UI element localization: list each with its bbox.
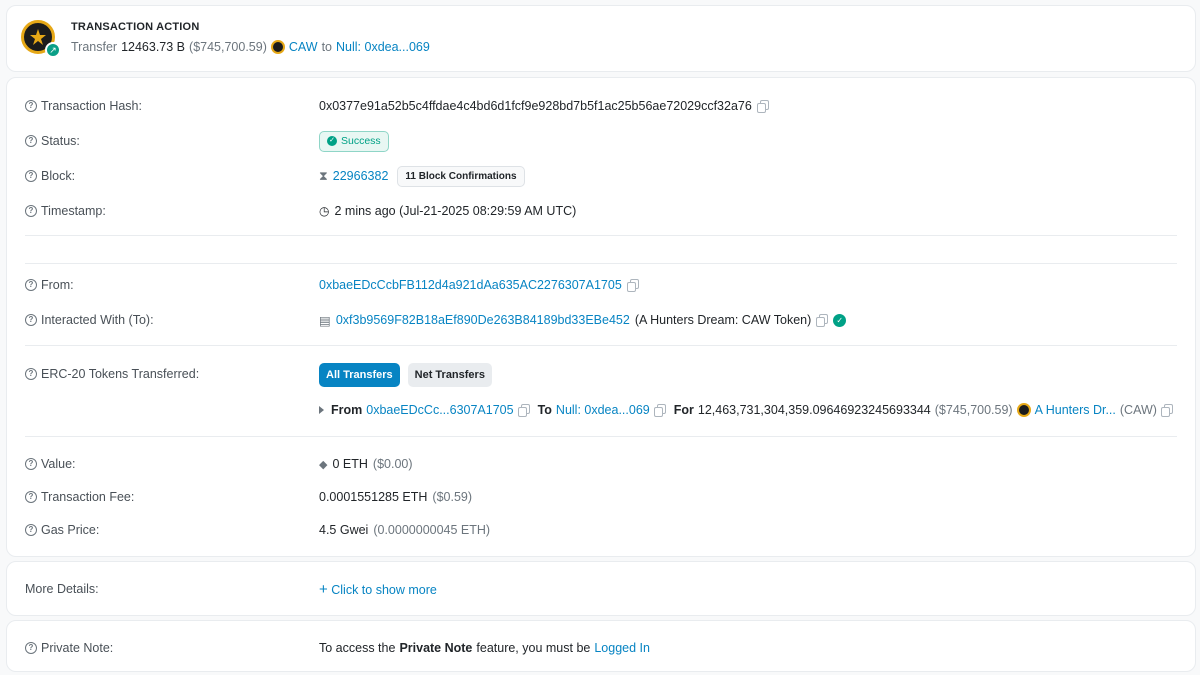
hash-label: Transaction Hash:: [41, 99, 142, 113]
tab-all-transfers[interactable]: All Transfers: [319, 363, 400, 387]
help-icon[interactable]: ?: [25, 279, 37, 291]
show-more-link[interactable]: + Click to show more: [319, 581, 437, 598]
action-summary: Transfer 12463.73 B ($745,700.59) CAW to…: [71, 40, 430, 54]
hourglass-icon: ⧗: [319, 168, 328, 183]
help-icon[interactable]: ?: [25, 642, 37, 654]
help-icon[interactable]: ?: [25, 135, 37, 147]
divider: [25, 345, 1177, 346]
action-recipient-link[interactable]: Null: 0xdea...069: [336, 40, 430, 54]
timestamp-label: Timestamp:: [41, 204, 106, 218]
block-number-link[interactable]: 22966382: [333, 169, 389, 183]
help-icon[interactable]: ?: [25, 170, 37, 182]
erc20-from-link[interactable]: 0xbaeEDcCc...6307A1705: [366, 403, 513, 417]
row-status: ? Status: ✓ Success: [25, 130, 1177, 152]
to-address-link[interactable]: 0xf3b9569F82B18aEf890De263B84189bd33EBe4…: [336, 313, 630, 327]
contract-file-icon: ▤: [319, 313, 331, 328]
from-address-link[interactable]: 0xbaeEDcCcbFB112d4a921dAa635AC2276307A17…: [319, 278, 622, 292]
note-text-middle: feature, you must be: [476, 641, 591, 655]
copy-icon[interactable]: [756, 100, 769, 113]
note-text-bold: Private Note: [399, 641, 473, 655]
to-label: Interacted With (To):: [41, 313, 154, 327]
erc20-amount: 12,463,731,304,359.09646923245693344: [697, 403, 931, 417]
tab-net-transfers[interactable]: Net Transfers: [407, 363, 492, 387]
action-to-word: to: [321, 40, 333, 54]
plus-icon: +: [319, 580, 328, 598]
erc20-from-word: From: [331, 403, 363, 417]
erc20-for-word: For: [673, 403, 694, 417]
caw-coin-icon: [270, 40, 285, 54]
help-icon[interactable]: ?: [25, 368, 37, 380]
fee-label: Transaction Fee:: [41, 490, 135, 504]
transaction-hash-value: 0x0377e91a52b5c4ffdae4c4bd6d1fcf9e928bd7…: [319, 99, 752, 113]
row-transaction-fee: ? Transaction Fee: 0.0001551285 ETH ($0.5…: [25, 486, 1177, 508]
row-value: ? Value: ◆ 0 ETH ($0.00): [25, 453, 1177, 475]
row-gas-price: ? Gas Price: 4.5 Gwei (0.0000000045 ETH): [25, 519, 1177, 541]
copy-icon[interactable]: [517, 404, 530, 417]
erc20-token-link[interactable]: A Hunters Dr...: [1035, 403, 1116, 417]
row-interacted-with: ? Interacted With (To): ▤ 0xf3b9569F82B18…: [25, 309, 1177, 331]
fee-amount: 0.0001551285 ETH: [319, 490, 428, 504]
status-label: Status:: [41, 134, 80, 148]
from-label: From:: [41, 278, 74, 292]
row-timestamp: ? Timestamp: ◷ 2 mins ago (Jul-21-2025 08…: [25, 200, 1177, 222]
transaction-details-card: ? Transaction Hash: 0x0377e91a52b5c4ffdae…: [6, 77, 1196, 557]
erc20-label: ERC-20 Tokens Transferred:: [41, 367, 200, 381]
help-icon[interactable]: ?: [25, 491, 37, 503]
copy-icon[interactable]: [1160, 404, 1173, 417]
action-title: TRANSACTION ACTION: [71, 21, 200, 33]
row-private-note: ? Private Note: To access the Private Not…: [25, 637, 1177, 659]
row-from: ? From: 0xbaeEDcCcbFB112d4a921dAa635AC227…: [25, 274, 1177, 296]
row-block: ? Block: ⧗ 22966382 11 Block Confirmation…: [25, 165, 1177, 187]
help-icon[interactable]: ?: [25, 458, 37, 470]
caw-coin-icon: [1016, 403, 1031, 417]
copy-icon[interactable]: [816, 314, 829, 327]
help-icon[interactable]: ?: [25, 524, 37, 536]
erc20-usd: ($745,700.59): [934, 403, 1013, 417]
divider: [25, 263, 1177, 264]
expand-caret-icon[interactable]: [319, 406, 324, 414]
erc20-token-symbol: (CAW): [1119, 403, 1157, 417]
divider: [25, 436, 1177, 437]
gas-eth: (0.0000000045 ETH): [373, 523, 491, 537]
clock-icon: ◷: [319, 204, 330, 218]
verified-check-icon: ✓: [833, 313, 847, 327]
private-note-card: ? Private Note: To access the Private Not…: [6, 620, 1196, 672]
block-label: Block:: [41, 169, 76, 183]
help-icon[interactable]: ?: [25, 314, 37, 326]
row-erc20-tokens: ? ERC-20 Tokens Transferred: All Transfer…: [25, 363, 1177, 387]
help-icon[interactable]: ?: [25, 205, 37, 217]
copy-icon[interactable]: [653, 404, 666, 417]
more-details-label: More Details:: [25, 582, 99, 596]
to-contract-name: (A Hunters Dream: CAW Token): [634, 313, 812, 327]
timestamp-value: 2 mins ago (Jul-21-2025 08:29:59 AM UTC): [334, 204, 577, 218]
row-erc20-transfer: From 0xbaeEDcCc...6307A1705 To Null: 0xd…: [25, 399, 1177, 421]
private-note-label: Private Note:: [41, 641, 114, 655]
gas-label: Gas Price:: [41, 523, 100, 537]
action-usd: ($745,700.59): [189, 40, 267, 54]
value-label: Value:: [41, 457, 76, 471]
erc20-to-word: To: [537, 403, 552, 417]
action-token-link[interactable]: CAW: [289, 40, 318, 54]
copy-icon[interactable]: [626, 279, 639, 292]
ethereum-icon: ◆: [319, 458, 328, 471]
note-text-before: To access the: [319, 641, 396, 655]
erc20-to-link[interactable]: Null: 0xdea...069: [556, 403, 650, 417]
help-icon[interactable]: ?: [25, 100, 37, 112]
row-transaction-hash: ? Transaction Hash: 0x0377e91a52b5c4ffdae…: [25, 95, 1177, 117]
action-amount: 12463.73 B: [121, 40, 186, 54]
fee-usd: ($0.59): [432, 490, 473, 504]
more-details-card: More Details: + Click to show more: [6, 561, 1196, 616]
transaction-action-card: ↗ TRANSACTION ACTION Transfer 12463.73 B…: [6, 5, 1196, 72]
login-link[interactable]: Logged In: [594, 641, 650, 655]
block-confirmations-badge: 11 Block Confirmations: [397, 165, 525, 187]
value-usd: ($0.00): [372, 457, 413, 471]
check-circle-icon: ✓: [327, 136, 337, 146]
action-verb: Transfer: [71, 40, 118, 54]
status-badge: ✓ Success: [319, 130, 389, 152]
transfer-arrow-icon: ↗: [45, 42, 61, 58]
gas-amount: 4.5 Gwei: [319, 523, 369, 537]
divider: [25, 235, 1177, 236]
value-amount: 0 ETH: [332, 457, 368, 471]
row-more-details: More Details: + Click to show more: [25, 578, 1177, 600]
